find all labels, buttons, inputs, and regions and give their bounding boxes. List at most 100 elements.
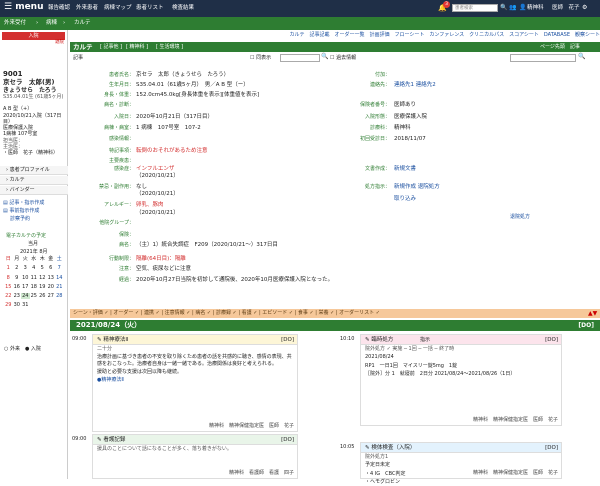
breadcrumb-bar: 外来受付 › 病棟 › カルテ xyxy=(0,17,600,30)
nav-ward-map[interactable]: 病棟マップ xyxy=(104,5,132,12)
note-card-header[interactable]: ✎ 精神療法Ⅱ [DO] xyxy=(93,335,297,345)
calendar-day[interactable]: 29 xyxy=(4,302,13,308)
filter-tabs-bar[interactable]: シーン・評価 ✓ | オーダー ✓ | 連携 ✓ | 注意情報 ✓ | 病名 ✓… xyxy=(70,309,600,318)
calendar-day[interactable]: 30 xyxy=(13,302,22,308)
search-icon[interactable]: 🔍 xyxy=(578,53,585,61)
notification-badge: 3 xyxy=(443,1,450,8)
calendar-day[interactable]: 6 xyxy=(47,265,56,271)
same-display-checkbox[interactable]: ☐ 同表示 xyxy=(250,55,271,61)
field-label: 行動制限： xyxy=(108,256,134,262)
chevron-right-icon: › xyxy=(36,20,39,26)
patient-search-input[interactable]: 患者検索 xyxy=(452,4,498,12)
calendar-day[interactable]: 23 xyxy=(13,293,22,299)
calendar-day[interactable]: 24 xyxy=(21,293,30,300)
calendar-day[interactable]: 17 xyxy=(21,284,30,290)
calendar-day[interactable]: 9 xyxy=(13,275,22,281)
discharge-link[interactable]: 退院 xyxy=(0,40,67,46)
sidebar-item-binder[interactable]: › バインダー xyxy=(0,186,68,195)
discharge-prescription-link[interactable]: 退院処方 xyxy=(510,214,530,220)
calendar-day[interactable]: 2 xyxy=(13,265,22,271)
note-footer: 精神科 看護師 看護 四子 xyxy=(228,469,294,476)
chart-search-input[interactable] xyxy=(280,54,320,62)
calendar-day[interactable]: 20 xyxy=(47,284,56,290)
calendar-day[interactable]: 15 xyxy=(4,284,13,290)
note-link[interactable]: ●精神療法Ⅱ xyxy=(93,376,297,384)
calendar-day[interactable]: 3 xyxy=(21,265,30,271)
calendar-day[interactable]: 25 xyxy=(30,293,39,299)
field-label: 処方指示： xyxy=(364,184,390,190)
patient-name: 京セラ 太郎(男) xyxy=(0,78,67,86)
field-value: （2020/10/21） xyxy=(136,173,179,179)
calendar-day[interactable]: 1 xyxy=(4,265,13,271)
calendar-day[interactable]: 31 xyxy=(21,302,30,308)
calendar-day[interactable]: 8 xyxy=(4,275,13,281)
tab-psychiatry[interactable]: [ 精神科 ] xyxy=(126,44,148,50)
note-do-tag[interactable]: [DO] xyxy=(545,335,561,345)
calendar-day[interactable]: 4 xyxy=(30,265,39,271)
calendar-day[interactable]: 16 xyxy=(13,284,22,290)
nav-report[interactable]: 報告確認 xyxy=(48,5,70,12)
appointment-link[interactable]: 診察予約 xyxy=(10,216,30,222)
note-footer: 精神科 精神保健指定医 医師 花子 xyxy=(472,469,558,476)
calendar-day[interactable]: 18 xyxy=(30,284,39,290)
calendar-day[interactable]: 13 xyxy=(47,275,56,281)
calendar-day[interactable]: 5 xyxy=(38,265,47,271)
field-value[interactable]: 新規作成 退院処方 xyxy=(394,184,594,191)
tab-karte[interactable]: カルテ xyxy=(73,43,93,51)
sidebar-item-chart[interactable]: › カルテ xyxy=(0,176,68,185)
calendar-day[interactable]: 28 xyxy=(55,293,64,299)
note-do-tag[interactable]: [DO] xyxy=(281,435,297,445)
calendar-current[interactable]: 当月 xyxy=(28,241,38,247)
user-name[interactable]: 医師 花子 xyxy=(552,5,580,12)
users-icon[interactable]: 👥 xyxy=(509,4,516,12)
note-card-header[interactable]: ✎ 検体検査（入院） [DO] xyxy=(361,443,561,453)
search-icon[interactable]: 🔍 xyxy=(321,53,328,61)
patient-dob: S35.04.01生 (61歳5ヶ月) xyxy=(3,94,64,100)
field-value[interactable]: 連絡先1 連絡先2 xyxy=(394,82,594,89)
user-icon[interactable]: 👤 xyxy=(519,4,526,12)
create-note-link[interactable]: ▤ 記事・指示作成 xyxy=(3,200,44,206)
calendar-day[interactable]: 7 xyxy=(55,265,64,271)
calendar-day[interactable]: 10 xyxy=(21,275,30,281)
calendar-day[interactable]: 19 xyxy=(38,284,47,290)
settings-icon[interactable]: ⚙ xyxy=(582,4,587,12)
calendar-day[interactable]: 12 xyxy=(38,275,47,281)
search-icon[interactable]: 🔍 xyxy=(500,4,507,12)
note-search-input[interactable] xyxy=(510,54,576,62)
field-value[interactable]: 新規文書 xyxy=(394,166,594,173)
past-info-toggle[interactable]: ☐ 過去情報 xyxy=(330,55,356,61)
calendar-day[interactable]: 11 xyxy=(30,275,39,281)
patient-admit-date: 2020/10/21入院（317日目） xyxy=(3,112,62,125)
breadcrumb-item[interactable]: 病棟 xyxy=(46,20,57,27)
calendar-day[interactable]: 22 xyxy=(4,293,13,299)
tab-notes[interactable]: [ 記事他 ] xyxy=(100,44,122,50)
calendar-day[interactable]: 21 xyxy=(55,284,64,290)
nav-outpatients[interactable]: 外来患者 xyxy=(76,5,98,12)
note-do-tag[interactable]: [DO] xyxy=(545,443,561,453)
calendar-day xyxy=(30,302,39,308)
field-value: 卵乳、豚肉 xyxy=(136,202,164,208)
note-card-header[interactable]: ✎ 臨時処方 [DO] xyxy=(361,335,561,345)
note-do-tag[interactable]: [DO] xyxy=(281,335,297,345)
field-label: 身長・体重： xyxy=(103,92,134,98)
nav-test-results[interactable]: 検査結果 xyxy=(172,5,194,12)
calendar-day[interactable]: 27 xyxy=(47,293,56,299)
breadcrumb-item[interactable]: 外来受付 xyxy=(4,20,26,27)
calendar-day[interactable]: 14 xyxy=(55,275,64,281)
page-top-link[interactable]: ページ先頭 記事 xyxy=(540,44,580,50)
tab-lifestyle[interactable]: [ 生活環境 ] xyxy=(156,44,183,50)
create-advance-order-link[interactable]: ▤ 事前指示作成 xyxy=(3,208,39,214)
field-label: 入院形態： xyxy=(364,114,390,120)
menu-button[interactable]: ☰ menu xyxy=(4,2,44,13)
tab-label: 生活環境 xyxy=(159,44,180,50)
note-card-header[interactable]: ✎ 看護記録 [DO] xyxy=(93,435,297,445)
nav-patient-list[interactable]: 患者リスト xyxy=(136,5,164,12)
collapse-icon[interactable]: ▲▼ xyxy=(588,310,597,318)
calendar-day[interactable]: 26 xyxy=(38,293,47,299)
field-value[interactable]: 取り込み xyxy=(394,196,594,203)
sidebar-item-profile[interactable]: › 患者プロファイル xyxy=(0,166,68,175)
field-value: 京セラ 太郎（きょうせら たろう） xyxy=(136,72,230,78)
calendar-weekday: 土 xyxy=(56,256,62,262)
link-label: 記事・指示作成 xyxy=(9,200,45,206)
sidebar-item-label: バインダー xyxy=(9,187,35,193)
